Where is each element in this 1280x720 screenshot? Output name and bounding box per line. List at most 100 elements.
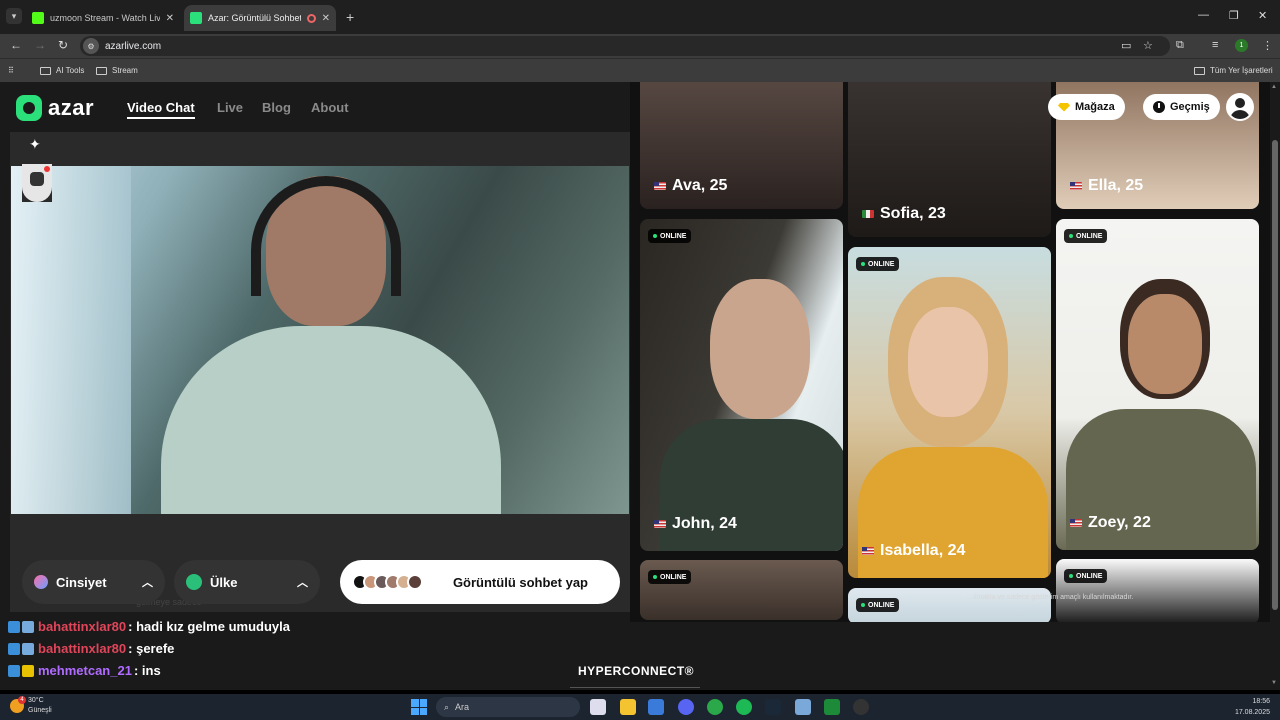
store-app-icon[interactable] — [648, 699, 664, 715]
country-filter-label: Ülke — [210, 574, 238, 590]
avatar-stack — [352, 574, 423, 590]
card-name: Sofia, 23 — [880, 205, 946, 222]
profile-card[interactable]: Sofia, 23 — [848, 82, 1051, 237]
apps-grid-icon[interactable]: ⠿ — [8, 66, 14, 75]
file-explorer-icon[interactable] — [620, 699, 636, 715]
face-icon — [30, 172, 44, 186]
online-badge: ONLINE — [856, 598, 900, 612]
globe-icon — [186, 574, 202, 590]
chat-text: : ins — [133, 663, 161, 678]
start-video-chat-button[interactable]: Görüntülü sohbet yap — [340, 560, 620, 604]
chat-badge-icon — [8, 664, 20, 677]
discord-icon[interactable] — [678, 699, 694, 715]
restore-icon[interactable]: ❐ — [1229, 9, 1239, 22]
media-controls-icon[interactable]: ≡ — [1212, 39, 1218, 51]
back-icon[interactable]: ← — [10, 38, 22, 52]
profile-card[interactable]: Ava, 25 — [640, 82, 843, 209]
online-badge: ONLINE — [1064, 229, 1108, 243]
online-badge: ONLINE — [648, 229, 692, 243]
excel-icon[interactable] — [824, 699, 840, 715]
minimize-icon[interactable]: — — [1198, 9, 1209, 21]
card-name: John, 24 — [672, 515, 737, 532]
settings-app-icon[interactable] — [795, 699, 811, 715]
bookmark-star-icon[interactable]: ☆ — [1143, 39, 1153, 52]
card-photo — [1128, 294, 1202, 394]
bookmark-ai-tools[interactable]: AI Tools — [40, 66, 84, 75]
tab-search-icon[interactable]: ▾ — [6, 8, 22, 24]
reload-icon[interactable]: ↻ — [58, 38, 68, 52]
site-info-icon[interactable]: ⚙ — [83, 38, 99, 54]
chat-text: : şerefe — [128, 641, 175, 656]
azar-logo[interactable]: azar — [16, 95, 94, 121]
folder-icon — [96, 66, 107, 75]
nav-blog[interactable]: Blog — [262, 100, 291, 115]
date: 17.08.2025 — [1234, 709, 1270, 716]
chat-badge-icon — [22, 620, 34, 633]
nav-about[interactable]: About — [311, 100, 349, 115]
azar-favicon-icon — [190, 12, 202, 24]
online-badge: ONLINE — [648, 570, 692, 584]
obs-icon[interactable] — [853, 699, 869, 715]
tab-azar[interactable]: Azar: Görüntülü Sohbet, Ar ✕ — [184, 5, 336, 31]
chevron-up-icon: ︿ — [297, 577, 308, 589]
close-window-icon[interactable]: ✕ — [1258, 9, 1267, 22]
face-filter-button[interactable] — [22, 164, 52, 202]
profile-grid: Ava, 25 ONLINE John, 24 ONLINE Sofia, 23… — [630, 82, 1270, 622]
profile-card[interactable]: ONLINE — [640, 560, 843, 620]
bookmark-label: Tüm Yer İşaretleri — [1210, 66, 1273, 75]
gender-filter-button[interactable]: Cinsiyet ︿ — [22, 560, 165, 604]
search-placeholder: Ara — [455, 702, 470, 712]
steam-icon[interactable] — [765, 699, 781, 715]
scroll-up-icon[interactable]: ▲ — [1271, 84, 1277, 90]
chat-message: bahattinxlar80 : hadi kız gelme umuduyla — [8, 619, 290, 634]
country-filter-button[interactable]: Ülke ︿ — [174, 560, 320, 604]
address-bar[interactable]: ⚙ azarlive.com — [80, 36, 1170, 56]
scrollbar-thumb[interactable] — [1272, 140, 1278, 610]
cast-icon[interactable]: ▭ — [1121, 39, 1131, 52]
system-clock[interactable]: 18:56 17.08.2025 — [1226, 696, 1270, 718]
taskbar-search[interactable]: ⌕ Ara — [436, 697, 580, 717]
scroll-down-icon[interactable]: ▼ — [1271, 680, 1277, 686]
chat-badge-icon — [22, 664, 34, 677]
all-bookmarks[interactable]: Tüm Yer İşaretleri — [1194, 66, 1273, 75]
chrome-icon[interactable] — [707, 699, 723, 715]
close-icon[interactable]: ✕ — [322, 13, 330, 24]
extensions-icon[interactable]: ⧉ — [1176, 39, 1184, 52]
bookmark-stream[interactable]: Stream — [96, 66, 138, 75]
us-flag-icon — [862, 547, 874, 555]
search-icon: ⌕ — [444, 701, 450, 712]
profile-card[interactable]: ONLINE John, 24 — [640, 219, 843, 551]
nav-video-chat[interactable]: Video Chat — [127, 100, 195, 119]
card-name: Zoey, 22 — [1088, 514, 1151, 531]
sun-icon: 4 — [10, 696, 26, 713]
task-view-icon[interactable] — [590, 699, 606, 715]
history-label: Geçmiş — [1170, 101, 1210, 113]
tab-title: uzmoon Stream - Watch Live o — [50, 13, 160, 23]
close-icon[interactable]: ✕ — [166, 13, 174, 24]
new-tab-button[interactable]: + — [346, 9, 354, 25]
spotify-icon[interactable] — [736, 699, 752, 715]
webcam-video — [11, 166, 629, 514]
tab-kick-stream[interactable]: uzmoon Stream - Watch Live o ✕ — [26, 5, 180, 31]
profile-card[interactable]: ONLINE Zoey, 22 — [1056, 219, 1259, 550]
nav-live[interactable]: Live — [217, 100, 243, 115]
profile-avatar[interactable]: 1 — [1235, 39, 1248, 52]
store-button[interactable]: Mağaza — [1048, 94, 1125, 120]
store-label: Mağaza — [1075, 101, 1115, 113]
profile-card[interactable]: ONLINE Isabella, 24 — [848, 247, 1051, 578]
forward-icon[interactable]: → — [34, 38, 46, 52]
page-scrollbar[interactable]: ▲ ▼ — [1270, 82, 1280, 690]
card-photo — [908, 307, 988, 417]
menu-kebab-icon[interactable]: ⋮ — [1262, 39, 1273, 52]
gem-icon — [1058, 102, 1070, 112]
folder-icon — [1194, 66, 1205, 75]
windows-start-icon[interactable] — [411, 699, 427, 715]
chat-badge-icon — [8, 642, 20, 655]
weather-widget[interactable]: 4 30°C Güneşli — [10, 696, 52, 716]
chat-message: mehmetcan_21 : ins — [8, 663, 161, 678]
profile-card[interactable]: ONLINE — [1056, 559, 1259, 622]
card-photo — [710, 279, 810, 419]
sparkle-icon[interactable]: ✦ — [29, 136, 41, 153]
history-button[interactable]: Geçmiş — [1143, 94, 1220, 120]
user-profile-icon[interactable] — [1226, 93, 1254, 121]
